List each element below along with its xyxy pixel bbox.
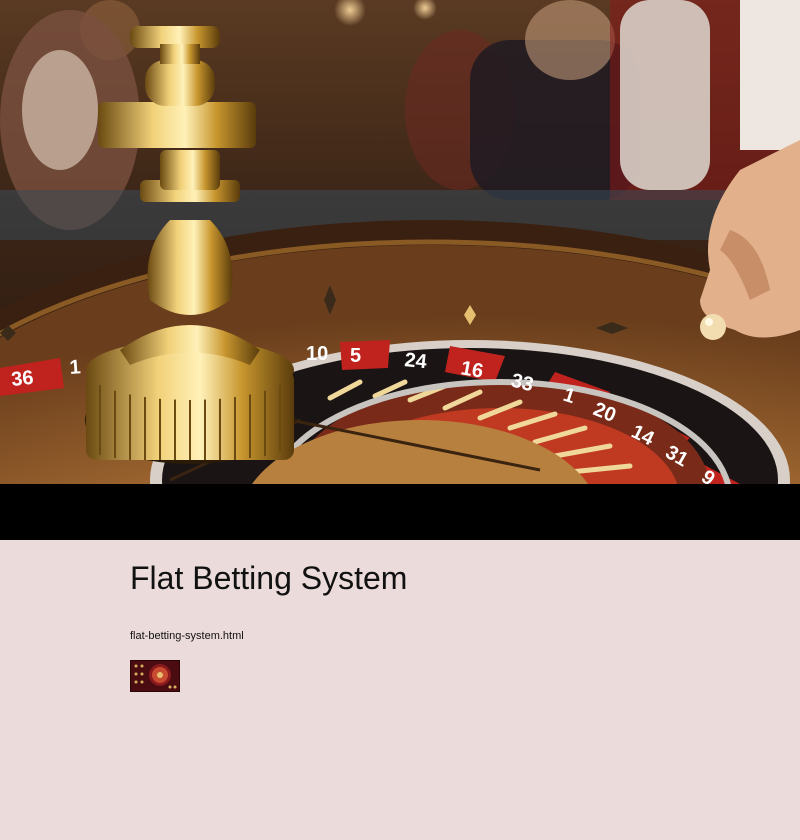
hero-banner: 36 1 10 5 24 16 33 1 20 14 31 9 xyxy=(0,0,800,540)
page-title: Flat Betting System xyxy=(130,560,408,596)
roulette-thumbnail-image xyxy=(130,660,180,692)
page-link[interactable]: flat-betting-system.html xyxy=(130,630,244,642)
roulette-wheel-photo xyxy=(0,0,800,484)
hero-bottom-bar xyxy=(0,484,800,540)
roulette-thumbnail-icon[interactable] xyxy=(130,660,180,692)
